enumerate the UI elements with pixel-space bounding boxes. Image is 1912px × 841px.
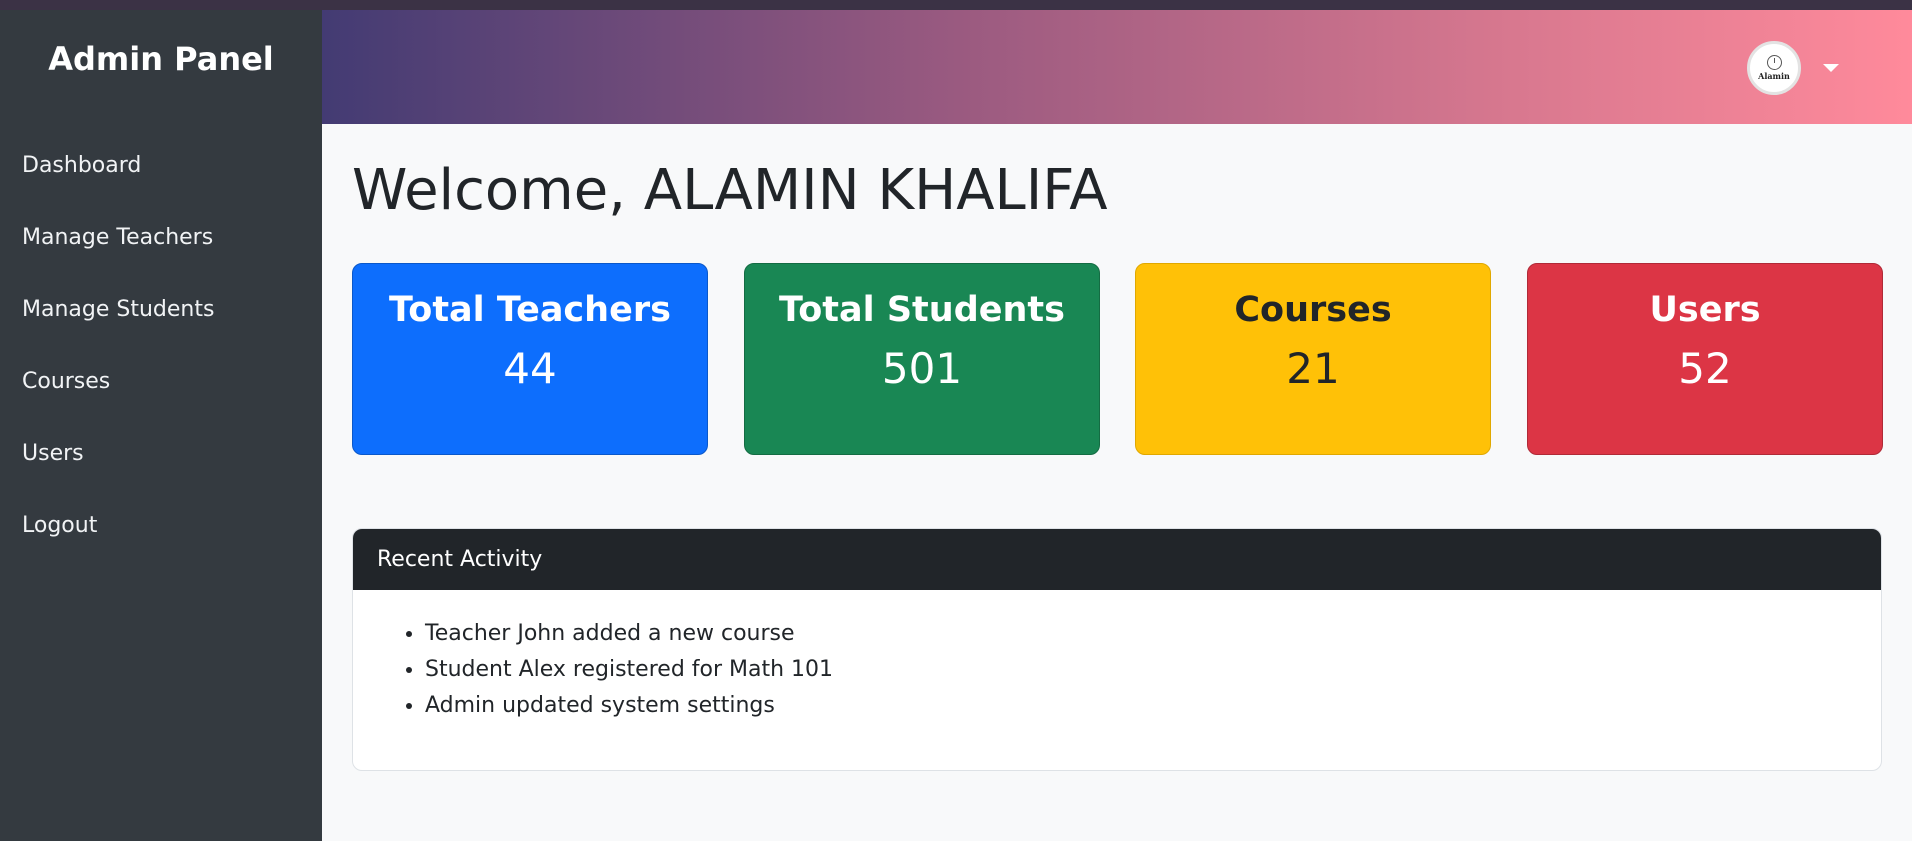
stat-card-value: 501 bbox=[881, 344, 963, 393]
stat-card-title: Courses bbox=[1234, 290, 1392, 330]
window-top-strip bbox=[0, 0, 1912, 10]
sidebar-item-users[interactable]: Users bbox=[0, 428, 322, 500]
sidebar: Admin Panel Dashboard Manage Teachers Ma… bbox=[0, 10, 322, 841]
stat-card-value: 21 bbox=[1286, 344, 1340, 393]
activity-item: Admin updated system settings bbox=[425, 688, 1881, 724]
activity-list: Teacher John added a new course Student … bbox=[353, 590, 1881, 724]
activity-item: Teacher John added a new course bbox=[425, 616, 1881, 652]
clock-logo-icon bbox=[1766, 55, 1782, 70]
stat-card-value: 52 bbox=[1678, 344, 1732, 393]
stat-card-teachers: Total Teachers 44 bbox=[352, 263, 708, 455]
page-title: Welcome, ALAMIN KHALIFA bbox=[352, 158, 1108, 223]
stat-card-courses: Courses 21 bbox=[1135, 263, 1491, 455]
stat-card-title: Users bbox=[1649, 290, 1761, 330]
sidebar-item-dashboard[interactable]: Dashboard bbox=[0, 140, 322, 212]
avatar[interactable]: Alamin bbox=[1747, 41, 1801, 95]
sidebar-brand: Admin Panel bbox=[48, 40, 274, 78]
recent-activity-title: Recent Activity bbox=[353, 529, 1881, 590]
top-header: Alamin bbox=[322, 10, 1912, 124]
stat-card-title: Total Students bbox=[779, 290, 1065, 330]
stat-card-value: 44 bbox=[503, 344, 557, 393]
avatar-label: Alamin bbox=[1758, 71, 1790, 81]
stat-card-users: Users 52 bbox=[1527, 263, 1883, 455]
stat-card-title: Total Teachers bbox=[389, 290, 671, 330]
activity-item: Student Alex registered for Math 101 bbox=[425, 652, 1881, 688]
sidebar-item-manage-teachers[interactable]: Manage Teachers bbox=[0, 212, 322, 284]
sidebar-item-manage-students[interactable]: Manage Students bbox=[0, 284, 322, 356]
stat-card-students: Total Students 501 bbox=[744, 263, 1100, 455]
sidebar-nav: Dashboard Manage Teachers Manage Student… bbox=[0, 140, 322, 572]
recent-activity-panel: Recent Activity Teacher John added a new… bbox=[352, 528, 1882, 771]
caret-down-icon[interactable] bbox=[1823, 64, 1839, 72]
sidebar-item-logout[interactable]: Logout bbox=[0, 500, 322, 572]
sidebar-item-courses[interactable]: Courses bbox=[0, 356, 322, 428]
